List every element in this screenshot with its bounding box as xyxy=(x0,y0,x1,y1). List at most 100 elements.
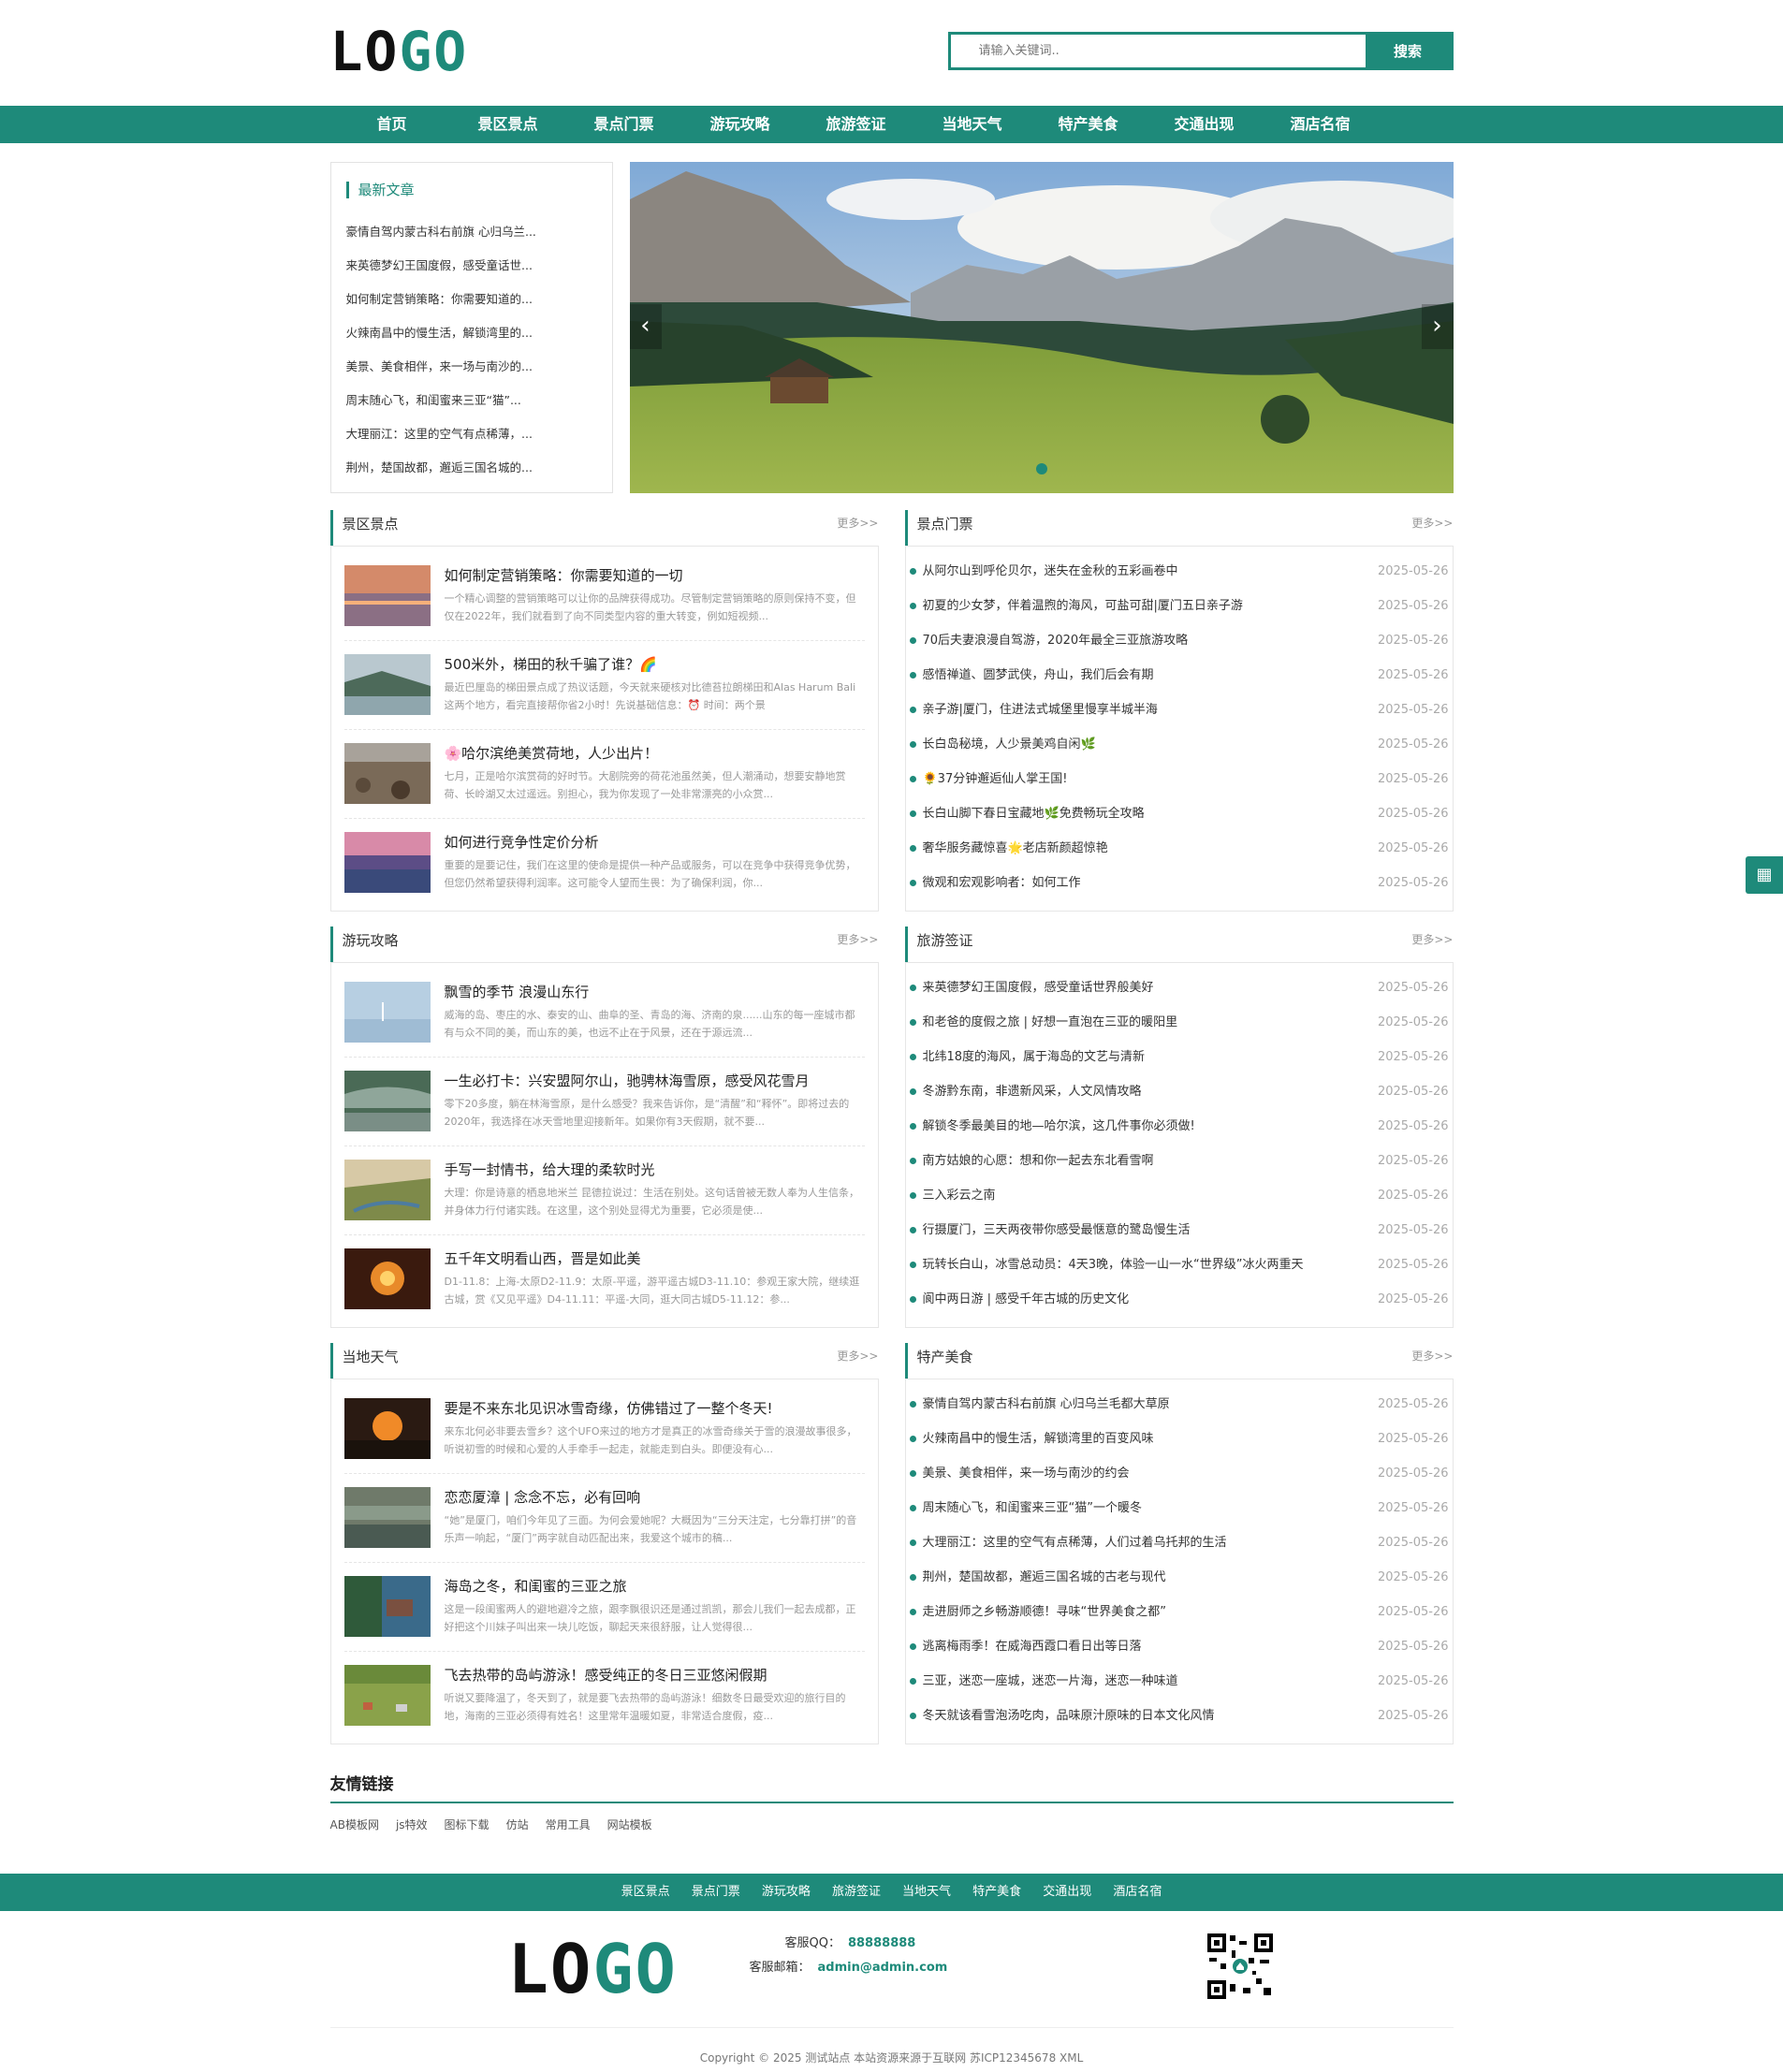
footer-link[interactable]: 游玩攻略 xyxy=(762,1874,811,1911)
more-link[interactable]: 更多>> xyxy=(1411,931,1453,947)
list-item[interactable]: 美景、美食相伴，来一场与南沙的约会 2025-05-26 xyxy=(908,1456,1451,1491)
section-title: 景区景点 xyxy=(342,516,399,533)
search-input[interactable] xyxy=(950,35,1374,67)
nav-item-guide[interactable]: 游玩攻略 xyxy=(682,106,798,143)
nav-item-food[interactable]: 特产美食 xyxy=(1030,106,1147,143)
article-thumbnail xyxy=(343,565,431,626)
latest-item[interactable]: 周末随心飞，和闺蜜来三亚“猫”... xyxy=(346,384,597,417)
friend-link[interactable]: 图标下载 xyxy=(445,1817,490,1832)
footer-link[interactable]: 当地天气 xyxy=(902,1874,951,1911)
article-thumbnail xyxy=(343,1398,431,1459)
latest-item[interactable]: 荆州，楚国故都，邂逅三国名城的... xyxy=(346,451,597,485)
list-item[interactable]: 三亚，迷恋一座城，迷恋一片海，迷恋一种味道 2025-05-26 xyxy=(908,1664,1451,1699)
article-item[interactable]: 🌸哈尔滨绝美赏荷地，人少出片！ 七月，正是哈尔滨赏荷的好时节。大剧院旁的荷花池虽… xyxy=(343,730,865,819)
list-item[interactable]: 长白山脚下春日宝藏地🌿免费畅玩全攻略 2025-05-26 xyxy=(908,796,1451,831)
list-item[interactable]: 南方姑娘的心愿：想和你一起去东北看雪啊 2025-05-26 xyxy=(908,1144,1451,1178)
list-item[interactable]: 逃离梅雨季！在威海西霞口看日出等日落 2025-05-26 xyxy=(908,1629,1451,1664)
list-item[interactable]: 冬游黔东南，非遗新风采，人文风情攻略 2025-05-26 xyxy=(908,1074,1451,1109)
article-item[interactable]: 飘雪的季节 浪漫山东行 威海的岛、枣庄的水、泰安的山、曲阜的圣、青岛的海、济南的… xyxy=(343,969,865,1058)
more-link[interactable]: 更多>> xyxy=(1411,515,1453,531)
article-list: 要是不来东北见识冰雪奇缘，仿佛错过了一整个冬天! 来东北何必非要去雪乡？这个UF… xyxy=(329,1379,879,1744)
nav-item-tickets[interactable]: 景点门票 xyxy=(566,106,682,143)
list-item[interactable]: 冬天就该看雪泡汤吃肉，品味原汁原味的日本文化风情 2025-05-26 xyxy=(908,1699,1451,1733)
latest-item[interactable]: 美景、美食相伴，来一场与南沙的... xyxy=(346,350,597,384)
list-item[interactable]: 奢华服务藏惊喜🌟老店新颜超惊艳 2025-05-26 xyxy=(908,831,1451,866)
footer-link[interactable]: 交通出现 xyxy=(1043,1874,1091,1911)
latest-item[interactable]: 豪情自驾内蒙古科右前旗 心归乌兰... xyxy=(346,215,597,249)
article-item[interactable]: 飞去热带的岛屿游泳！感受纯正的冬日三亚悠闲假期 听说又要降温了，冬天到了，就是要… xyxy=(343,1652,865,1741)
header: LOGO 搜索 xyxy=(330,0,1454,106)
article-thumbnail xyxy=(343,1160,431,1220)
list-item[interactable]: 豪情自驾内蒙古科右前旗 心归乌兰毛都大草原 2025-05-26 xyxy=(908,1387,1451,1422)
latest-item[interactable]: 大理丽江：这里的空气有点稀薄，... xyxy=(346,417,597,451)
qr-float-button[interactable]: ▦ xyxy=(1746,856,1783,894)
carousel-indicator-dot[interactable] xyxy=(1035,463,1047,474)
nav-item-transport[interactable]: 交通出现 xyxy=(1147,106,1263,143)
more-link[interactable]: 更多>> xyxy=(837,1348,878,1364)
list-item[interactable]: 解锁冬季最美目的地—哈尔滨，这几件事你必须做! 2025-05-26 xyxy=(908,1109,1451,1144)
logo-text-accent: GO xyxy=(399,20,469,83)
list-item[interactable]: 70后夫妻浪漫自驾游，2020年最全三亚旅游攻略 2025-05-26 xyxy=(908,623,1451,658)
carousel-next-icon[interactable]: › xyxy=(1421,304,1454,349)
nav-item-weather[interactable]: 当地天气 xyxy=(914,106,1030,143)
footer-link[interactable]: 特产美食 xyxy=(972,1874,1021,1911)
list-item[interactable]: 长白岛秘境，人少景美鸡自闲🌿 2025-05-26 xyxy=(908,727,1451,762)
list-item[interactable]: 周末随心飞，和闺蜜来三亚“猫”一个暖冬 2025-05-26 xyxy=(908,1491,1451,1525)
footer-logo[interactable]: LOGO xyxy=(508,1935,678,2003)
site-logo[interactable]: LOGO xyxy=(330,24,469,79)
article-item[interactable]: 手写一封情书，给大理的柔软时光 大理：你是诗意的栖息地米兰 昆德拉说过：生活在别… xyxy=(343,1146,865,1235)
search-button[interactable]: 搜索 xyxy=(1365,32,1451,70)
nav-item-home[interactable]: 首页 xyxy=(334,106,450,143)
list-item[interactable]: 大理丽江：这里的空气有点稀薄，人们过着乌托邦的生活 2025-05-26 xyxy=(908,1525,1451,1560)
footer-link[interactable]: 景区景点 xyxy=(621,1874,670,1911)
email-value[interactable]: admin@admin.com xyxy=(818,1961,948,1975)
latest-item[interactable]: 如何制定营销策略：你需要知道的... xyxy=(346,283,597,316)
friend-link[interactable]: 常用工具 xyxy=(546,1817,591,1832)
article-item[interactable]: 500米外，梯田的秋千骗了谁？🌈 最近巴厘岛的梯田景点成了热议话题，今天就来硬核… xyxy=(343,641,865,730)
banner-carousel[interactable]: ‹ › xyxy=(629,162,1454,493)
article-title: 恋恋厦漳 | 念念不忘，必有回响 xyxy=(444,1489,641,1506)
article-item[interactable]: 要是不来东北见识冰雪奇缘，仿佛错过了一整个冬天! 来东北何必非要去雪乡？这个UF… xyxy=(343,1385,865,1474)
nav-item-scenic[interactable]: 景区景点 xyxy=(450,106,566,143)
friend-link[interactable]: js特效 xyxy=(396,1817,428,1832)
list-item[interactable]: 北纬18度的海风，属于海岛的文艺与清新 2025-05-26 xyxy=(908,1040,1451,1074)
footer-link[interactable]: 旅游签证 xyxy=(832,1874,881,1911)
nav-item-visa[interactable]: 旅游签证 xyxy=(798,106,914,143)
list-item[interactable]: 感悟禅道、圆梦武侠，舟山，我们后会有期 2025-05-26 xyxy=(908,658,1451,693)
article-item[interactable]: 恋恋厦漳 | 念念不忘，必有回响 “她”是厦门，咱们今年见了三面。为何会爱她呢？… xyxy=(343,1474,865,1563)
list-item[interactable]: 行摄厦门，三天两夜带你感受最惬意的鹭岛慢生活 2025-05-26 xyxy=(908,1213,1451,1248)
list-item[interactable]: 初夏的少女梦，伴着温煦的海风，可盐可甜|厦门五日亲子游 2025-05-26 xyxy=(908,589,1451,623)
list-item[interactable]: 来英德梦幻王国度假，感受童话世界般美好 2025-05-26 xyxy=(908,970,1451,1005)
list-item[interactable]: 火辣南昌中的慢生活，解锁湾里的百变风味 2025-05-26 xyxy=(908,1422,1451,1456)
article-item[interactable]: 一生必打卡：兴安盟阿尔山，驰骋林海雪原，感受风花雪月 零下20多度，躺在林海雪原… xyxy=(343,1058,865,1146)
more-link[interactable]: 更多>> xyxy=(837,515,878,531)
footer-link[interactable]: 景点门票 xyxy=(692,1874,740,1911)
article-thumbnail xyxy=(343,1487,431,1548)
article-item[interactable]: 如何制定营销策略：你需要知道的一切 一个精心调整的营销策略可以让你的品牌获得成功… xyxy=(343,552,865,641)
carousel-prev-icon[interactable]: ‹ xyxy=(629,304,662,349)
more-link[interactable]: 更多>> xyxy=(1411,1348,1453,1364)
footer-link[interactable]: 酒店名宿 xyxy=(1113,1874,1162,1911)
article-item[interactable]: 海岛之冬，和闺蜜的三亚之旅 这是一段闺蜜两人的避地避冷之旅，跟李飘很识还是通过凯… xyxy=(343,1563,865,1652)
list-item[interactable]: 阆中两日游 | 感受千年古城的历史文化 2025-05-26 xyxy=(908,1282,1451,1317)
list-item[interactable]: 从阿尔山到呼伦贝尔，迷失在金秋的五彩画卷中 2025-05-26 xyxy=(908,554,1451,589)
list-item[interactable]: 亲子游|厦门，住进法式城堡里慢享半城半海 2025-05-26 xyxy=(908,693,1451,727)
latest-item[interactable]: 火辣南昌中的慢生活，解锁湾里的... xyxy=(346,316,597,350)
nav-item-hotel[interactable]: 酒店名宿 xyxy=(1263,106,1379,143)
list-item[interactable]: 微观和宏观影响者：如何工作 2025-05-26 xyxy=(908,866,1451,900)
list-item[interactable]: 走进厨师之乡畅游顺德！寻味“世界美食之都” 2025-05-26 xyxy=(908,1595,1451,1629)
more-link[interactable]: 更多>> xyxy=(837,931,878,947)
friend-link[interactable]: 仿站 xyxy=(506,1817,529,1832)
friend-link[interactable]: 网站模板 xyxy=(607,1817,652,1832)
friend-link[interactable]: AB模板网 xyxy=(330,1817,379,1832)
list-item[interactable]: 玩转长白山，冰雪总动员：4天3晚，体验一山一水“世界级”冰火两重天 2025-05… xyxy=(908,1248,1451,1282)
article-item[interactable]: 如何进行竞争性定价分析 重要的是要记住，我们在这里的使命是提供一种产品或服务，可… xyxy=(343,819,865,908)
copyright: Copyright © 2025 测试站点 本站资源来源于互联网 苏ICP123… xyxy=(699,2051,1084,2065)
list-item[interactable]: 荆州，楚国故都，邂逅三国名城的古老与现代 2025-05-26 xyxy=(908,1560,1451,1595)
article-item[interactable]: 五千年文明看山西，晋是如此美 D1-11.8：上海-太原D2-11.9：太原-平… xyxy=(343,1235,865,1324)
list-item[interactable]: 三入彩云之南 2025-05-26 xyxy=(908,1178,1451,1213)
list-item[interactable]: 和老爸的度假之旅 | 好想一直泡在三亚的暖阳里 2025-05-26 xyxy=(908,1005,1451,1040)
list-item[interactable]: 🌻37分钟邂逅仙人掌王国! 2025-05-26 xyxy=(908,762,1451,796)
article-desc: 重要的是要记住，我们在这里的使命是提供一种产品或服务，可以在竞争中获得竞争优势，… xyxy=(444,859,856,889)
latest-item[interactable]: 来英德梦幻王国度假，感受童话世... xyxy=(346,249,597,283)
